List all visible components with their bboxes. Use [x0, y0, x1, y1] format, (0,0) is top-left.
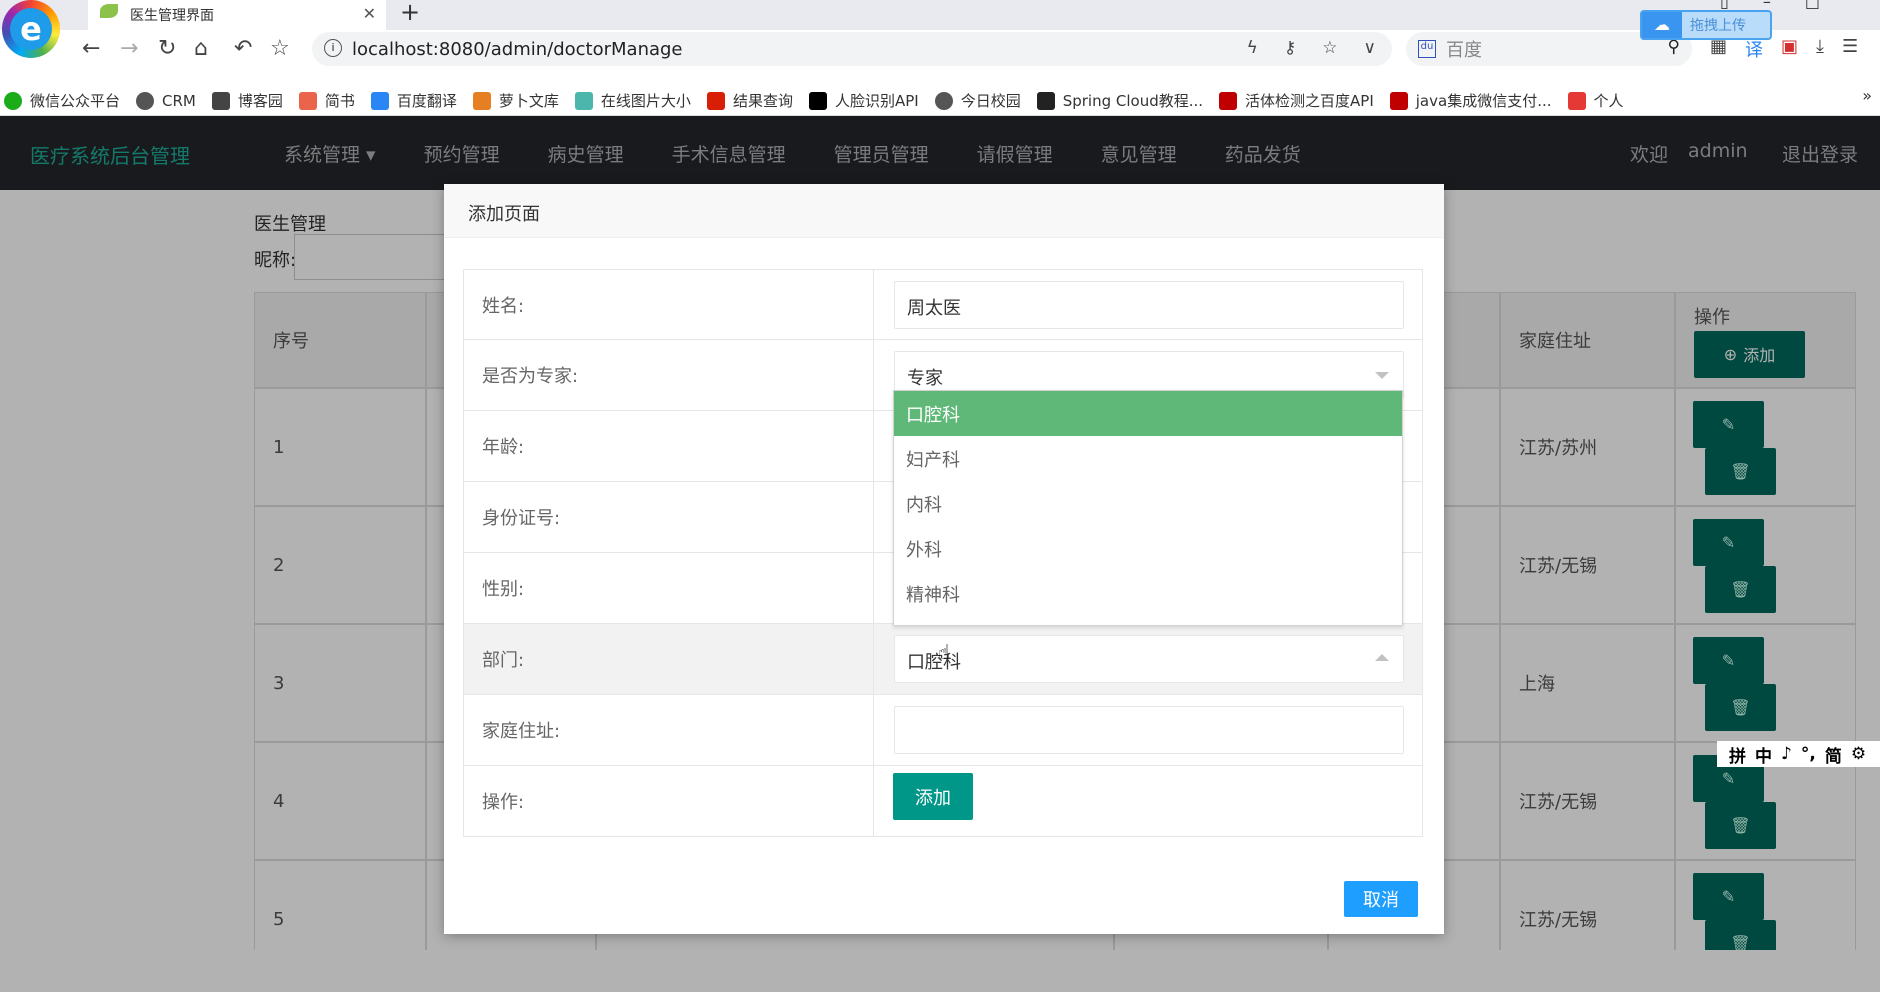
modal-title: 添加页面	[444, 184, 1444, 238]
address-input[interactable]	[894, 706, 1404, 754]
name-label: 姓名:	[464, 270, 874, 340]
expert-label: 是否为专家:	[464, 340, 874, 410]
ime-button[interactable]: 简	[1825, 742, 1842, 767]
dept-select[interactable]: 口腔科	[894, 635, 1404, 683]
ime-button[interactable]: ⚙	[1851, 744, 1866, 764]
mouse-cursor-icon: ☝	[938, 640, 951, 664]
dept-value: 口腔科	[907, 652, 961, 673]
ime-button[interactable]: ♪	[1781, 744, 1792, 764]
action-label: 操作:	[464, 766, 874, 836]
dept-label: 部门:	[464, 624, 874, 694]
dept-option[interactable]: 内科	[894, 481, 1402, 526]
dept-dropdown: 口腔科 妇产科 内科 外科 精神科	[893, 390, 1403, 626]
dept-option[interactable]: 精神科	[894, 571, 1402, 616]
dept-option[interactable]: 妇产科	[894, 436, 1402, 481]
cancel-button[interactable]: 取消	[1344, 881, 1418, 917]
name-input[interactable]: 周太医	[894, 281, 1404, 329]
address-label: 家庭住址:	[464, 695, 874, 765]
chevron-down-icon	[1375, 372, 1389, 379]
ime-button[interactable]: 拼	[1729, 742, 1746, 767]
ime-toolbar: 拼中 ♪ °, 简 ⚙	[1717, 741, 1880, 767]
age-label: 年龄:	[464, 411, 874, 481]
form-row-name: 姓名: 周太医	[463, 269, 1423, 340]
add-submit-button[interactable]: 添加	[893, 773, 973, 820]
dept-option[interactable]: 外科	[894, 526, 1402, 571]
form-row-address: 家庭住址:	[463, 695, 1423, 766]
chevron-up-icon	[1375, 654, 1389, 661]
ime-button[interactable]: °,	[1801, 744, 1816, 764]
ime-button[interactable]: 中	[1755, 742, 1772, 767]
expert-value: 专家	[907, 368, 943, 389]
dept-option[interactable]: 口腔科	[894, 391, 1402, 436]
gender-label: 性别:	[464, 553, 874, 623]
add-doctor-modal: 添加页面 姓名: 周太医 是否为专家: 专家 年龄: 身份证号: 性别: 部门:…	[444, 184, 1444, 934]
idcard-label: 身份证号:	[464, 482, 874, 552]
